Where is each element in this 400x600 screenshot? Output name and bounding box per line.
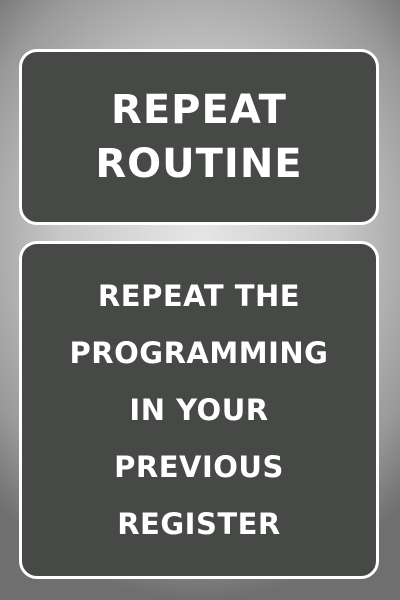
title-line: ROUTINE bbox=[95, 141, 303, 187]
description-line: IN YOUR bbox=[129, 392, 269, 427]
description-line: REPEAT THE bbox=[97, 278, 301, 313]
page-background: { "title_panel": { "lines": ["REPEAT", "… bbox=[0, 0, 400, 600]
description-panel: REPEAT THE PROGRAMMING IN YOUR PREVIOUS … bbox=[19, 241, 379, 579]
description-line: PREVIOUS bbox=[114, 449, 284, 484]
title-line: REPEAT bbox=[111, 87, 287, 133]
description-line: REGISTER bbox=[117, 506, 281, 541]
description-line: PROGRAMMING bbox=[69, 335, 329, 370]
title-panel: REPEAT ROUTINE bbox=[19, 49, 379, 225]
